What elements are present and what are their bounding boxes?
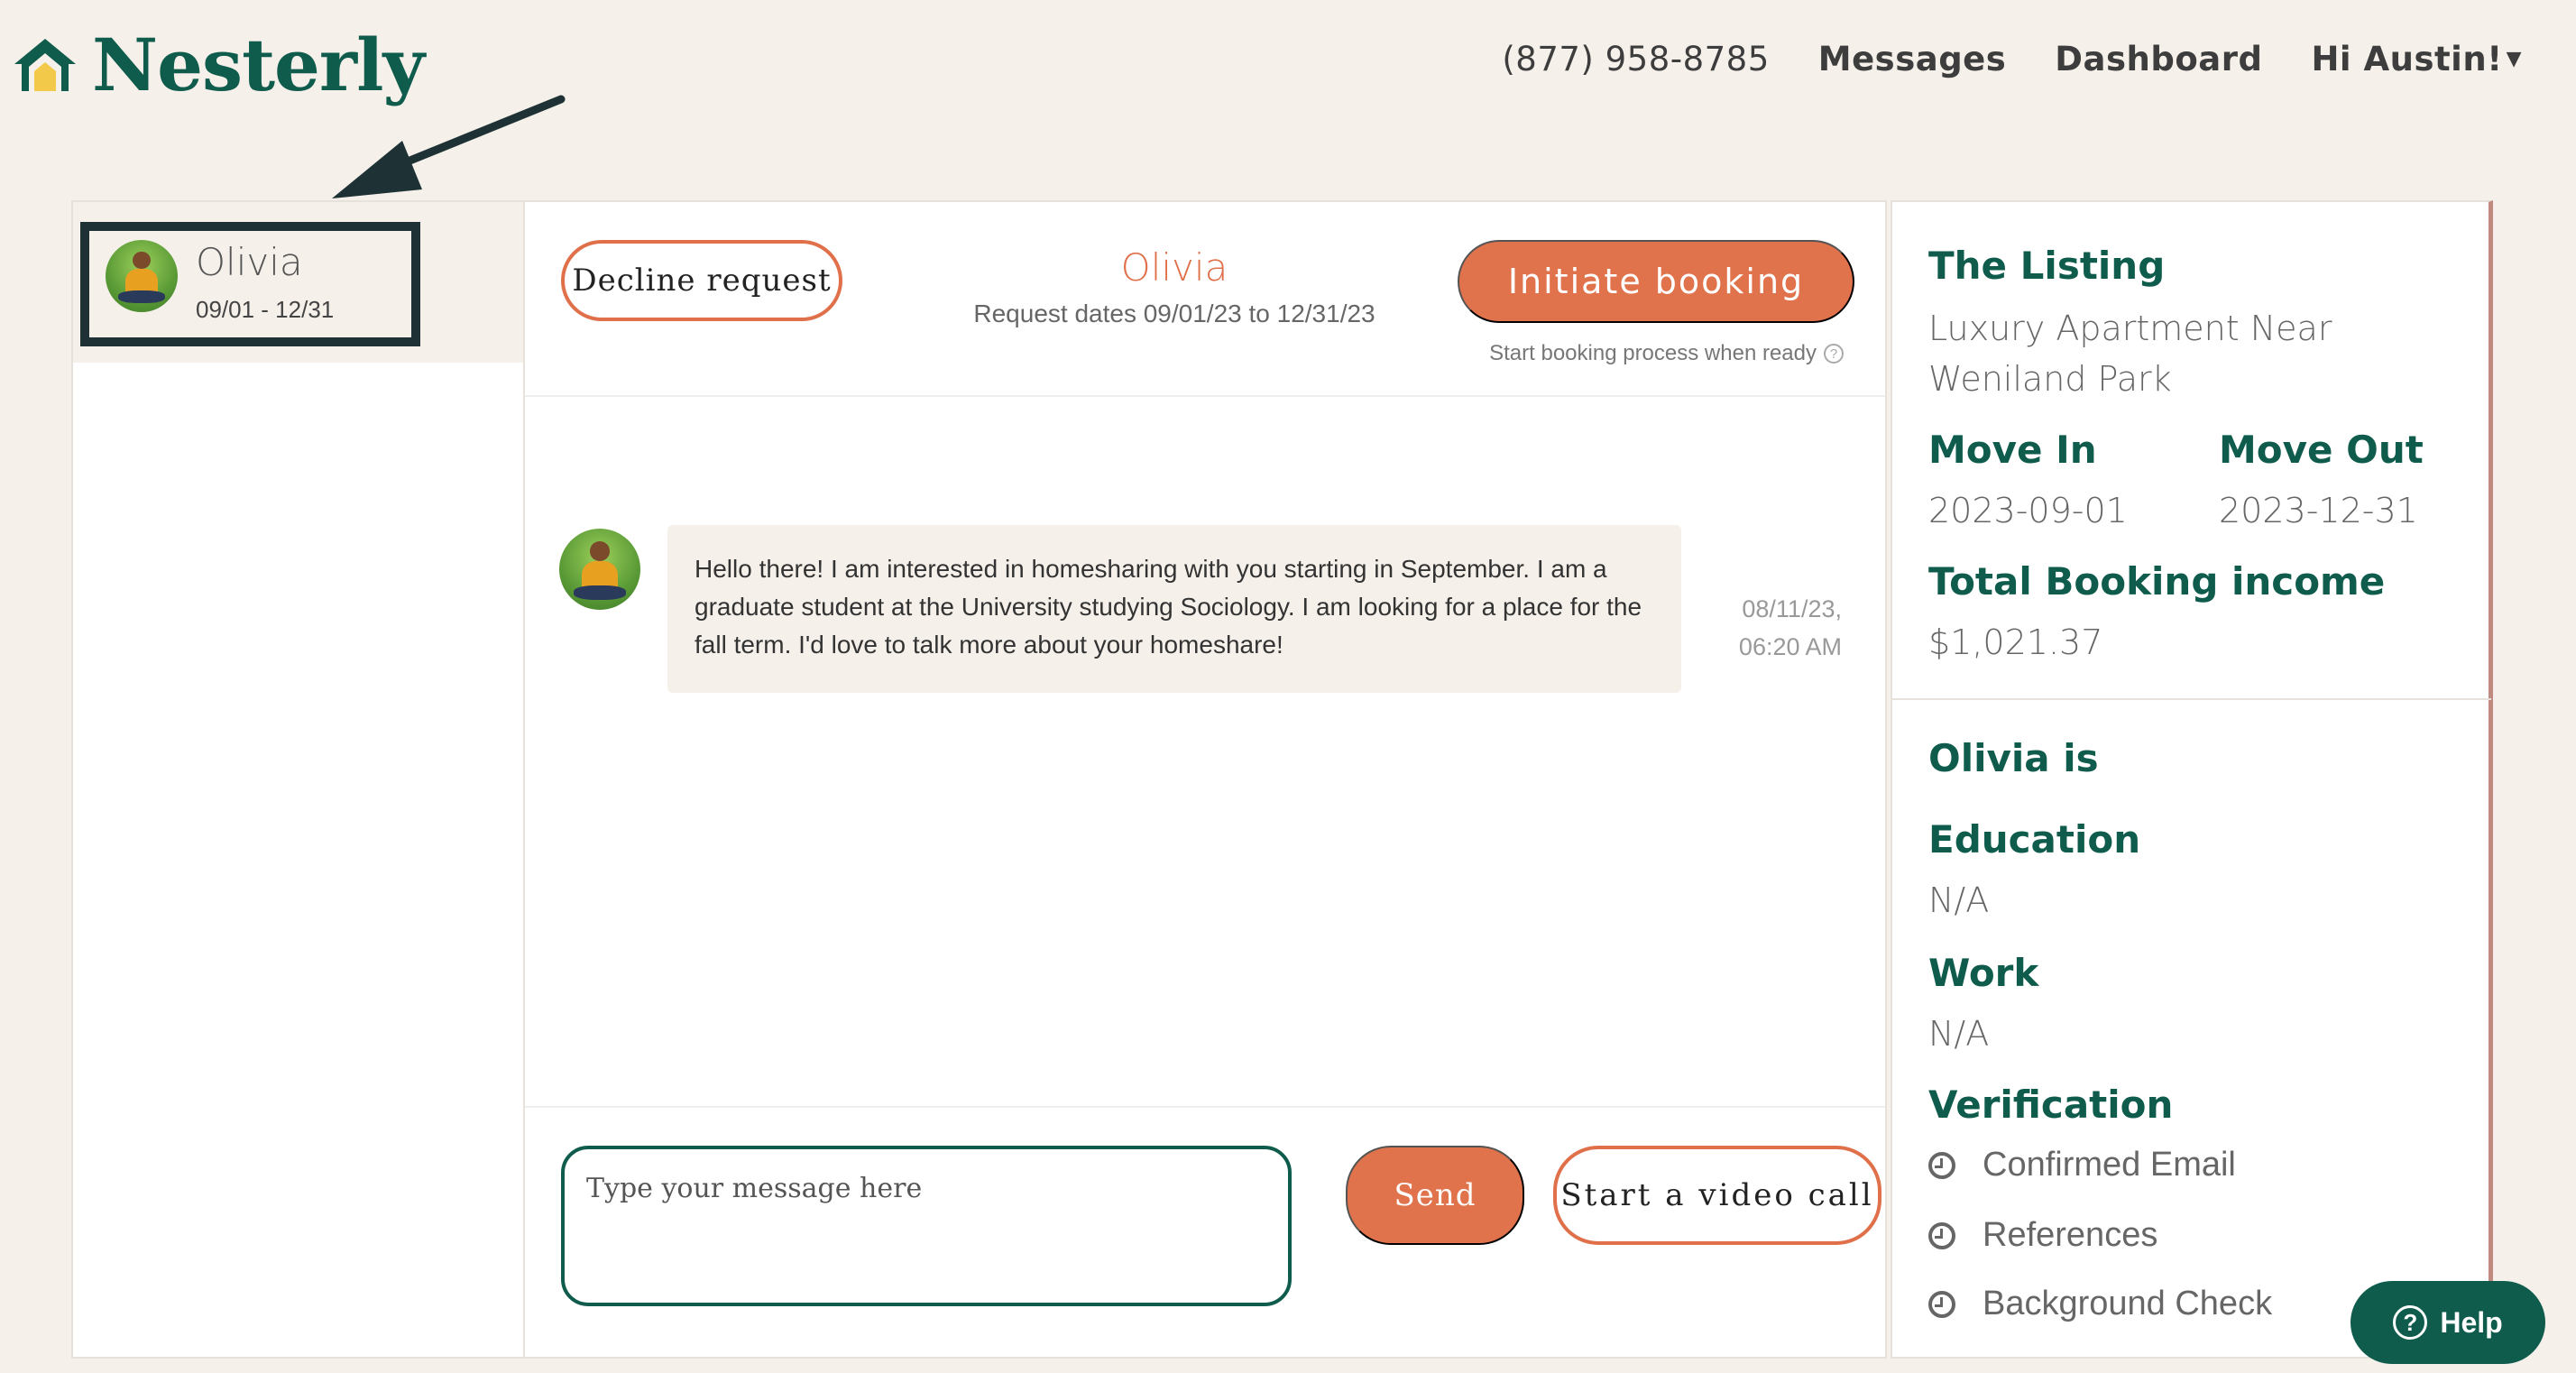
- top-nav: (877) 958-8785 Messages Dashboard Hi Aus…: [1502, 40, 2522, 78]
- chat-title: Olivia: [1120, 245, 1228, 290]
- avatar: [559, 529, 640, 610]
- work-value: N/A: [1928, 1014, 1990, 1054]
- user-greeting: Hi Austin!: [2311, 40, 2503, 78]
- chat-panel: Decline request Olivia Request dates 09/…: [523, 200, 1887, 1359]
- user-menu[interactable]: Hi Austin! ▼: [2311, 40, 2522, 78]
- request-dates: Request dates 09/01/23 to 12/31/23: [973, 299, 1375, 327]
- house-icon: [14, 39, 76, 91]
- send-button[interactable]: Send: [1346, 1146, 1524, 1245]
- verification-item: Background Check: [1928, 1285, 2272, 1323]
- listing-details-panel: The Listing Luxury Apartment Near Wenila…: [1891, 200, 2493, 1359]
- annotation-arrow-icon: [332, 95, 566, 198]
- verification-item: Confirmed Email: [1928, 1146, 2236, 1184]
- clock-icon: [1928, 1290, 1955, 1318]
- education-label: Education: [1928, 817, 2141, 862]
- education-value: N/A: [1928, 880, 1990, 920]
- verification-label: Verification: [1928, 1083, 2174, 1127]
- clock-icon: [1928, 1151, 1955, 1179]
- verification-text: Confirmed Email: [1983, 1146, 2236, 1184]
- clock-icon: [1928, 1221, 1955, 1249]
- help-label: Help: [2440, 1305, 2503, 1339]
- annotation-highlight-box: [80, 222, 420, 346]
- verification-text: References: [1983, 1216, 2158, 1254]
- profile-heading: Olivia is: [1928, 736, 2099, 780]
- work-label: Work: [1928, 951, 2039, 995]
- nav-phone-link[interactable]: (877) 958-8785: [1502, 40, 1769, 78]
- question-icon[interactable]: ?: [1824, 344, 1844, 364]
- listing-heading: The Listing: [1928, 244, 2166, 288]
- message-date: 08/11/23,: [1742, 595, 1842, 622]
- move-out-label: Move Out: [2219, 428, 2424, 472]
- nav-messages-link[interactable]: Messages: [1818, 40, 2007, 78]
- divider: [1892, 698, 2491, 700]
- message-input[interactable]: Type your message here: [561, 1146, 1292, 1306]
- start-video-call-button[interactable]: Start a video call: [1553, 1146, 1881, 1245]
- message-timestamp: 08/11/23, 06:20 AM: [1716, 590, 1842, 666]
- decline-request-button[interactable]: Decline request: [561, 240, 842, 321]
- move-out-date: 2023-12-31: [2219, 491, 2418, 530]
- caret-down-icon: ▼: [2506, 48, 2522, 70]
- income-value: $1,021.37: [1928, 622, 2103, 662]
- move-in-label: Move In: [1928, 428, 2097, 472]
- chat-header: Decline request Olivia Request dates 09/…: [525, 202, 1885, 397]
- listing-name: Luxury Apartment Near Weniland Park: [1928, 309, 2332, 399]
- initiate-hint-text: Start booking process when ready: [1489, 341, 1817, 365]
- income-label: Total Booking income: [1928, 559, 2386, 604]
- initiate-hint: Start booking process when ready ?: [1489, 341, 1844, 366]
- help-button[interactable]: ? Help: [2351, 1281, 2545, 1364]
- question-icon: ?: [2393, 1305, 2428, 1340]
- verification-text: Background Check: [1983, 1285, 2273, 1322]
- move-in-date: 2023-09-01: [1928, 491, 2128, 530]
- conversation-list: Olivia 09/01 - 12/31: [71, 200, 523, 1359]
- chat-footer: Type your message here Send Start a vide…: [525, 1106, 1885, 1357]
- initiate-booking-button[interactable]: Initiate booking: [1458, 240, 1854, 323]
- message-time: 06:20 AM: [1738, 633, 1842, 660]
- nav-dashboard-link[interactable]: Dashboard: [2055, 40, 2262, 78]
- message-bubble: Hello there! I am interested in homeshar…: [667, 525, 1681, 693]
- verification-item: References: [1928, 1216, 2157, 1255]
